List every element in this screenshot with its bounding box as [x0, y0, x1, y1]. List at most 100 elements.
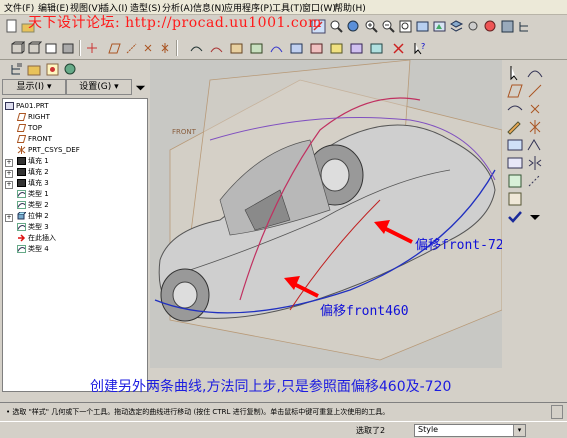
model-tree-icon[interactable] [516, 18, 533, 35]
folder-browser-icon[interactable] [26, 61, 43, 78]
tree-item-top[interactable]: TOP [16, 123, 42, 134]
whats-this-icon[interactable]: ? [411, 40, 428, 57]
style-icon [17, 201, 26, 209]
zoom-icon[interactable] [328, 18, 345, 35]
settings-dropdown-button[interactable]: 设置(G) ▾ [66, 79, 132, 95]
style-icon [17, 190, 26, 198]
zoom-in-icon[interactable] [363, 18, 380, 35]
model-tree-panel: 显示(I) ▾ 设置(G) ▾ PA01.PRT RIGHT TOP FRONT… [0, 60, 148, 393]
datum-axes-icon[interactable] [123, 40, 140, 57]
model-tree-tab-icon[interactable] [8, 61, 25, 78]
wireframe-icon[interactable] [9, 40, 26, 57]
cos-icon[interactable] [526, 172, 544, 190]
tree-item-style-4[interactable]: 类型 4 [17, 244, 49, 255]
no-hidden-icon[interactable] [43, 40, 60, 57]
shade-analysis-icon[interactable] [288, 40, 305, 57]
edit-curve-icon[interactable] [506, 118, 524, 136]
drop-curve-icon[interactable] [506, 172, 524, 190]
draft-analysis-icon[interactable] [308, 40, 325, 57]
dihedral-icon[interactable] [368, 40, 385, 57]
extrude-icon [17, 211, 28, 220]
expand-fill-2[interactable]: + [5, 170, 13, 178]
plane-icon[interactable] [506, 82, 524, 100]
annotation-offset-460: 偏移front460 [320, 304, 409, 319]
graphics-window[interactable]: FRONT 偏移front-720 偏移front460 [150, 60, 502, 368]
filter-select[interactable]: Style ▾ [414, 424, 526, 437]
new-icon[interactable] [3, 18, 20, 35]
select-icon[interactable] [506, 64, 524, 82]
tree-dropdown-icon[interactable] [132, 79, 146, 94]
message-scroll-icon[interactable] [551, 405, 563, 419]
settings-icon[interactable] [465, 18, 482, 35]
csys-tool-icon[interactable] [526, 118, 544, 136]
refit-icon[interactable] [397, 18, 414, 35]
tree-item-style-2[interactable]: 类型 2 [17, 200, 49, 211]
zoom-out-icon[interactable] [380, 18, 397, 35]
favorites-icon[interactable] [44, 61, 61, 78]
tree-item-style-3[interactable]: 类型 3 [17, 222, 49, 233]
selection-count: 选取了2 [356, 426, 386, 435]
filter-dropdown-icon[interactable]: ▾ [513, 425, 525, 436]
tree-item-fill-1[interactable]: 填充 1 [17, 156, 49, 167]
curve-analysis-icon[interactable] [208, 40, 225, 57]
fill-icon [17, 157, 26, 165]
appearance-icon[interactable] [482, 18, 499, 35]
datum-plane-icon [16, 113, 27, 121]
annotation-offset-720: 偏移front-720 [415, 238, 502, 253]
done-icon[interactable] [506, 208, 524, 226]
tree-item-fill-3[interactable]: 填充 3 [17, 178, 49, 189]
line-icon[interactable] [526, 82, 544, 100]
surface-analysis-icon[interactable] [228, 40, 245, 57]
spin-center-icon[interactable] [84, 40, 101, 57]
expand-fill-1[interactable]: + [5, 159, 13, 167]
csys-display-icon[interactable] [157, 40, 174, 57]
intersect-icon[interactable] [506, 190, 524, 208]
expand-extrude-2[interactable]: + [5, 214, 13, 222]
front-plane-label: FRONT [172, 128, 197, 136]
show-dropdown-button[interactable]: 显示(I) ▾ [2, 79, 66, 95]
surface-icon[interactable] [506, 136, 524, 154]
saved-views-icon[interactable] [431, 18, 448, 35]
watermark-text: 天下设计论坛: http://procad.uu1001.com [28, 15, 322, 31]
slope-icon[interactable] [328, 40, 345, 57]
connections-icon[interactable] [62, 61, 79, 78]
curve-icon[interactable] [526, 64, 544, 82]
insert-here-icon [17, 234, 26, 242]
selection-icon[interactable] [345, 18, 362, 35]
tree-item-fill-2[interactable]: 填充 2 [17, 167, 49, 178]
offset-analysis-icon[interactable] [348, 40, 365, 57]
layers-icon[interactable] [448, 18, 465, 35]
mirror-icon[interactable] [526, 154, 544, 172]
menu-help[interactable]: 帮助(H) [334, 1, 366, 14]
car-model-view: FRONT [154, 60, 502, 361]
datum-planes-icon[interactable] [106, 40, 123, 57]
trim-icon[interactable] [506, 154, 524, 172]
point-icon[interactable] [526, 100, 544, 118]
style-icon [17, 245, 26, 253]
style-icon [17, 223, 26, 231]
model-tree: PA01.PRT RIGHT TOP FRONT PRT_CSYS_DEF + … [2, 98, 148, 392]
tree-item-root[interactable]: PA01.PRT [5, 101, 49, 112]
part-icon [5, 102, 14, 110]
expand-fill-3[interactable]: + [5, 181, 13, 189]
reorient-icon[interactable] [414, 18, 431, 35]
shading-icon[interactable] [60, 40, 77, 57]
tree-item-right[interactable]: RIGHT [16, 112, 50, 123]
tree-item-extrude-2[interactable]: 拉伸 2 [17, 211, 49, 222]
datum-points-icon[interactable] [140, 40, 157, 57]
svg-text:?: ? [421, 42, 425, 51]
hidden-line-icon[interactable] [26, 40, 43, 57]
curvature-icon[interactable] [268, 40, 285, 57]
tree-item-front[interactable]: FRONT [16, 134, 52, 145]
done-dropdown-icon[interactable] [526, 208, 544, 226]
shaded-icon[interactable] [499, 18, 516, 35]
tree-item-style-1[interactable]: 类型 1 [17, 189, 49, 200]
tree-item-insert-here[interactable]: 在此插入 [17, 233, 56, 244]
tree-item-csys[interactable]: PRT_CSYS_DEF [17, 145, 80, 156]
arc-icon[interactable] [506, 100, 524, 118]
surface-connect-icon[interactable] [526, 136, 544, 154]
annotations-icon[interactable] [188, 40, 205, 57]
remove-analysis-icon[interactable] [390, 40, 407, 57]
datum-plane-icon [16, 124, 27, 132]
reflection-icon[interactable] [248, 40, 265, 57]
